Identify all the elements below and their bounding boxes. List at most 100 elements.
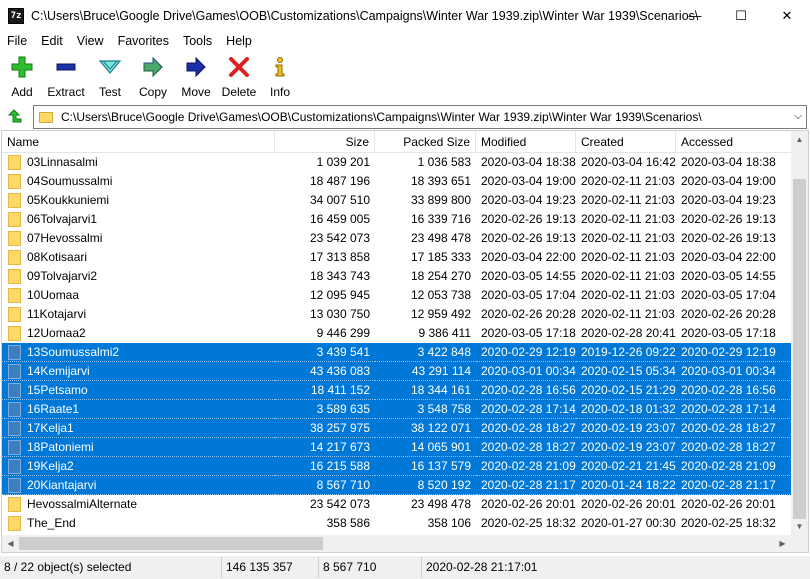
table-row[interactable]: 20Kiantajarvi 8 567 710 8 520 192 2020-02-2… — [2, 476, 792, 495]
column-size[interactable]: Size — [275, 131, 375, 153]
test-button[interactable]: Test — [88, 53, 132, 99]
file-name: HevossalmiAlternate — [27, 497, 138, 511]
scroll-left-icon[interactable]: ◀ — [2, 535, 19, 552]
move-button[interactable]: Move — [174, 53, 218, 99]
add-button[interactable]: Add — [0, 53, 44, 99]
created-cell: 2020-02-11 21:03 — [581, 250, 675, 264]
table-row[interactable]: 14Kemijarvi 43 436 083 43 291 114 2020-03-0… — [2, 362, 792, 381]
table-row[interactable]: 10Uomaa 12 095 945 12 053 738 2020-03-05 17… — [2, 286, 792, 305]
address-combobox[interactable]: C:\Users\Bruce\Google Drive\Games\OOB\Cu… — [33, 105, 807, 129]
table-row[interactable]: 05Koukkuniemi 34 007 510 33 899 800 2020-03… — [2, 191, 792, 210]
folder-icon — [8, 497, 21, 512]
created-cell: 2020-02-11 21:03 — [581, 174, 675, 188]
accessed-cell: 2020-02-28 18:27 — [676, 419, 792, 438]
file-name: 09Tolvajarvi2 — [27, 269, 98, 283]
column-name[interactable]: Name — [2, 131, 275, 153]
table-row[interactable]: 13Soumussalmi2 3 439 541 3 422 848 2020-02-… — [2, 343, 792, 362]
delete-button[interactable]: Delete — [218, 53, 260, 99]
file-name: 18Patoniemi — [27, 439, 94, 454]
table-row[interactable]: 04Soumussalmi 18 487 196 18 393 651 2020-03… — [2, 172, 792, 191]
folder-icon — [8, 458, 21, 474]
add-label: Add — [11, 85, 33, 99]
menu-file[interactable]: File — [0, 31, 34, 51]
file-name-cell: 06Tolvajarvi1 — [2, 210, 275, 229]
folder-icon — [8, 326, 21, 341]
modified-cell: 2020-02-29 12:19 — [476, 343, 576, 362]
table-row[interactable]: 03Linnasalmi 1 039 201 1 036 583 2020-03-04… — [2, 153, 792, 172]
accessed-cell: 2020-03-04 18:38 — [681, 155, 776, 169]
file-size-cell: 18 343 743 — [309, 269, 370, 283]
minimize-button[interactable]: — — [672, 0, 718, 31]
packed-size-cell: 12 053 738 — [410, 288, 471, 302]
column-packed-size[interactable]: Packed Size — [375, 131, 476, 153]
menu-edit[interactable]: Edit — [34, 31, 70, 51]
file-list[interactable]: Name Size Packed Size Modified Created A… — [1, 130, 809, 553]
scroll-right-icon[interactable]: ▶ — [774, 535, 791, 552]
status-item-size: 8 567 710 — [319, 557, 422, 578]
file-size-cell: 1 039 201 — [316, 155, 370, 169]
table-row[interactable]: HevossalmiAlternate 23 542 073 23 498 478 2… — [2, 495, 792, 514]
up-folder-button[interactable] — [3, 106, 25, 126]
accessed-cell: 2020-03-04 19:23 — [681, 193, 776, 207]
table-row[interactable]: 19Kelja2 16 215 588 16 137 579 2020-02-28 2… — [2, 457, 792, 476]
folder-icon — [8, 231, 21, 246]
modified-cell: 2020-02-26 19:13 — [481, 212, 576, 226]
column-modified[interactable]: Modified — [476, 131, 576, 153]
info-button[interactable]: Info — [260, 53, 300, 99]
table-row[interactable]: 08Kotisaari 17 313 858 17 185 333 2020-03-0… — [2, 248, 792, 267]
column-created[interactable]: Created — [576, 131, 676, 153]
scroll-down-icon[interactable]: ▼ — [791, 518, 808, 535]
table-row[interactable]: The_End 358 586 358 106 2020-02-25 18:32 202… — [2, 514, 792, 533]
table-row[interactable]: 09Tolvajarvi2 18 343 743 18 254 270 2020-03… — [2, 267, 792, 286]
copy-button[interactable]: Copy — [132, 53, 174, 99]
copy-icon — [141, 55, 165, 79]
file-size-cell: 23 542 073 — [309, 497, 370, 511]
status-bar: 8 / 22 object(s) selected 146 135 357 8 … — [0, 556, 810, 579]
file-size-cell: 3 439 541 — [275, 343, 375, 362]
move-label: Move — [181, 85, 211, 99]
accessed-cell: 2020-03-01 00:34 — [676, 362, 792, 381]
folder-icon — [8, 516, 21, 531]
file-name-cell: 18Patoniemi — [2, 438, 275, 457]
table-row[interactable]: 17Kelja1 38 257 975 38 122 071 2020-02-28 1… — [2, 419, 792, 438]
folder-icon — [8, 250, 21, 265]
packed-size-cell: 38 122 071 — [375, 419, 476, 438]
file-size-cell: 16 459 005 — [309, 212, 370, 226]
vertical-scrollbar[interactable]: ▲ ▼ — [791, 131, 808, 535]
menu-tools[interactable]: Tools — [176, 31, 219, 51]
table-row[interactable]: 07Hevossalmi 23 542 073 23 498 478 2020-02-… — [2, 229, 792, 248]
status-total-size: 146 135 357 — [222, 557, 319, 578]
table-row[interactable]: 06Tolvajarvi1 16 459 005 16 339 716 2020-02… — [2, 210, 792, 229]
packed-size-cell: 18 344 161 — [375, 381, 476, 400]
packed-size-cell: 16 137 579 — [375, 457, 476, 476]
maximize-button[interactable]: ☐ — [718, 0, 764, 31]
menu-favorites[interactable]: Favorites — [111, 31, 176, 51]
close-button[interactable]: ✕ — [764, 0, 810, 31]
accessed-cell: 2020-03-04 22:00 — [681, 250, 776, 264]
table-row[interactable]: 15Petsamo 18 411 152 18 344 161 2020-02-28 … — [2, 381, 792, 400]
accessed-cell: 2020-02-26 20:01 — [681, 497, 776, 511]
table-row[interactable]: 12Uomaa2 9 446 299 9 386 411 2020-03-05 17:… — [2, 324, 792, 343]
created-cell: 2020-01-24 18:22 — [576, 476, 676, 495]
column-accessed[interactable]: Accessed — [676, 131, 792, 153]
vertical-scroll-thumb[interactable] — [793, 179, 806, 519]
table-row[interactable]: 11Kotajarvi 13 030 750 12 959 492 2020-02-2… — [2, 305, 792, 324]
menu-help[interactable]: Help — [219, 31, 259, 51]
modified-cell: 2020-03-04 19:23 — [481, 193, 576, 207]
menu-view[interactable]: View — [70, 31, 111, 51]
chevron-down-icon[interactable]: ⌵ — [794, 111, 802, 122]
created-cell: 2020-02-11 21:03 — [581, 269, 675, 283]
accessed-cell: 2020-03-05 17:04 — [681, 288, 776, 302]
file-name-cell: 15Petsamo — [2, 381, 275, 400]
horizontal-scroll-thumb[interactable] — [19, 537, 323, 550]
accessed-cell: 2020-02-26 19:13 — [681, 212, 776, 226]
horizontal-scrollbar[interactable]: ◀ ▶ — [2, 535, 808, 552]
scroll-corner — [791, 535, 808, 552]
scroll-up-icon[interactable]: ▲ — [791, 131, 808, 148]
file-name: 11Kotajarvi — [27, 307, 87, 321]
table-row[interactable]: 16Raate1 3 589 635 3 548 758 2020-02-28 17:… — [2, 400, 792, 419]
file-size-cell: 23 542 073 — [309, 231, 370, 245]
extract-button[interactable]: Extract — [44, 53, 88, 99]
test-label: Test — [98, 85, 121, 99]
table-row[interactable]: 18Patoniemi 14 217 673 14 065 901 2020-02-2… — [2, 438, 792, 457]
